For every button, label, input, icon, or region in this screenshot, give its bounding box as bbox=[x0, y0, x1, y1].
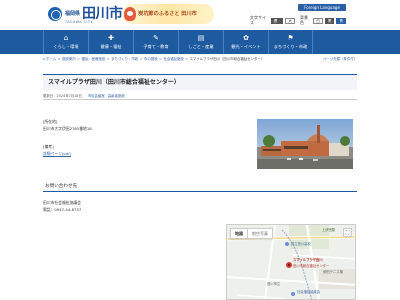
inquiry-heading: お問い合わせ先 bbox=[43, 182, 357, 192]
map-tab-satellite[interactable]: 航空写真 bbox=[247, 229, 272, 238]
flower-icon: ✿ bbox=[243, 34, 249, 42]
page-top-link[interactable]: ページ先頭（条件付） bbox=[323, 57, 357, 61]
house-icon: ⌂ bbox=[63, 34, 69, 42]
page-title-box: スマイルプラザ田川（田川市総合福祉センター） bbox=[43, 74, 357, 90]
tagline-banner: 炭坑節のふるさと 田川市 bbox=[122, 4, 214, 24]
nav-item-health[interactable]: ✚ 健康・福祉 bbox=[88, 30, 133, 54]
category-tag[interactable]: 高齢者施設 bbox=[108, 94, 125, 98]
map-type-tabs: 地図 航空写真 bbox=[230, 228, 273, 239]
updated-date: 更新日：2024年7月18日 bbox=[43, 93, 82, 98]
embedded-map[interactable]: 地図 航空写真 ⛶ 上伊田駅 県立田川高校 スマイルプラザ田川 田川市総合福祉セ… bbox=[226, 224, 356, 300]
health-cross-icon: ✚ bbox=[108, 34, 114, 42]
nav-label: くらし・環境 bbox=[53, 44, 79, 49]
briefcase-icon: ▤ bbox=[197, 34, 205, 42]
map-label: スマイルプラザ田川 bbox=[293, 258, 323, 262]
breadcrumb-item[interactable]: 福祉・医療施設 bbox=[81, 57, 105, 61]
text-size-label: 文字サイズ bbox=[250, 15, 266, 25]
breadcrumb-item[interactable]: 社会福祉施設 bbox=[163, 57, 183, 61]
accessibility-tools: 文字サイズ 標準 大 背景色 白 黒 青 bbox=[250, 15, 346, 28]
nav-label: まちづくり・市政 bbox=[273, 44, 308, 49]
nav-label: 観光・イベント bbox=[231, 44, 261, 49]
page: 福岡県 田川市 TAGAWA CITY 炭坑節のふるさと 田川市 Foreign… bbox=[0, 0, 400, 300]
nav-label: 健康・福祉 bbox=[100, 44, 122, 49]
foreign-language-button[interactable]: Foreign Language bbox=[298, 4, 346, 11]
notes-heading: [備考] bbox=[43, 144, 54, 149]
fullscreen-icon[interactable]: ⛶ bbox=[343, 228, 352, 237]
tagline: 炭坑節のふるさと 田川市 bbox=[138, 11, 197, 17]
inquiry-org: 田川市社会福祉協議会 bbox=[43, 200, 81, 205]
map-label: 上伊田駅 bbox=[322, 228, 336, 232]
map-label: 伊田テニス場 bbox=[323, 270, 343, 274]
logo-roman: TAGAWA CITY bbox=[65, 20, 94, 24]
page-meta: 更新日：2024年7月18日 市民会議室 高齢者施設 bbox=[43, 93, 357, 100]
bg-color-blue-button[interactable]: 青 bbox=[336, 17, 346, 24]
bg-color-label: 背景色 bbox=[299, 15, 308, 25]
breadcrumb-item[interactable]: 施設案内 bbox=[62, 57, 76, 61]
breadcrumb-item[interactable]: 市の施設 bbox=[144, 57, 158, 61]
bg-color-black-button[interactable]: 黒 bbox=[324, 17, 335, 24]
text-size-standard-button[interactable]: 標準 bbox=[270, 17, 284, 28]
flag-icon: ⚑ bbox=[287, 34, 294, 42]
nav-label: しごと・産業 bbox=[188, 44, 214, 49]
map-label: 社会福祉協議会 bbox=[297, 290, 321, 294]
breadcrumb-current: スマイルプラザ田川（田川市総合福祉センター） bbox=[189, 56, 265, 61]
site-header: 福岡県 田川市 TAGAWA CITY 炭坑節のふるさと 田川市 Foreign… bbox=[0, 0, 400, 30]
home-icon: ⌂ bbox=[43, 56, 46, 61]
breadcrumb: ⌂ ホーム > 施設案内 > 福祉・医療施設 > まちづくり・市政 > 市の施設 > 社会… bbox=[43, 56, 357, 61]
bg-color-white-button[interactable]: 白 bbox=[313, 17, 323, 24]
facility-photo bbox=[257, 119, 353, 169]
text-size-large-button[interactable]: 大 bbox=[285, 17, 295, 24]
breadcrumb-item[interactable]: ホーム bbox=[46, 57, 56, 61]
nav-item-city-admin[interactable]: ⚑ まちづくり・市政 bbox=[268, 30, 313, 54]
nav-label: 子育て・教育 bbox=[143, 44, 169, 49]
category-tag[interactable]: 市民会議室 bbox=[88, 94, 105, 98]
inquiry-tel: 電話：0947-44-8757 bbox=[43, 207, 82, 212]
nav-item-living[interactable]: ⌂ くらし・環境 bbox=[43, 30, 88, 54]
mascot-icon bbox=[124, 7, 136, 21]
global-nav: ⌂ くらし・環境 ✚ 健康・福祉 ✎ 子育て・教育 ▤ しごと・産業 ✿ 観光・… bbox=[0, 30, 400, 54]
notes-link[interactable]: 詳細ページ(pdf) bbox=[43, 151, 71, 157]
pencil-icon: ✎ bbox=[153, 34, 159, 42]
nav-item-business[interactable]: ▤ しごと・産業 bbox=[178, 30, 223, 54]
map-label: 県立田川高校 bbox=[291, 242, 311, 246]
city-emblem-icon bbox=[48, 7, 62, 22]
page-title: スマイルプラザ田川（田川市総合福祉センター） bbox=[48, 79, 180, 86]
nav-item-education[interactable]: ✎ 子育て・教育 bbox=[133, 30, 178, 54]
map-label: 田川市立 bbox=[267, 282, 281, 286]
header-tools: Foreign Language 文字サイズ 標準 大 背景色 白 黒 青 bbox=[250, 4, 346, 28]
address-text: 田川市大字伊田2765番地18 bbox=[43, 126, 92, 131]
map-label: 田川市総合福祉センター bbox=[293, 264, 330, 268]
breadcrumb-item[interactable]: まちづくり・市政 bbox=[111, 57, 138, 61]
nav-item-tourism[interactable]: ✿ 観光・イベント bbox=[223, 30, 268, 54]
address-heading: [所在地] bbox=[43, 119, 58, 124]
logo-prefecture: 福岡県 bbox=[65, 11, 81, 18]
map-tab-map[interactable]: 地図 bbox=[231, 229, 247, 238]
